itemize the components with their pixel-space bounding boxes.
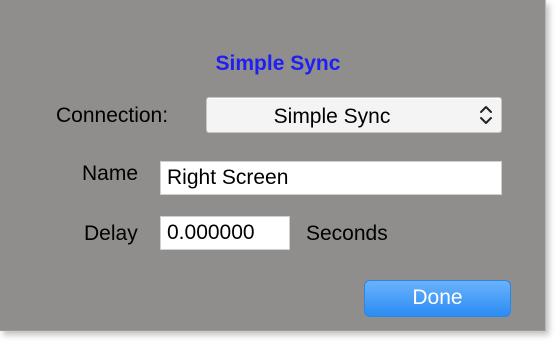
- name-field[interactable]: Right Screen: [160, 161, 502, 195]
- sync-dialog: Simple Sync Connection: Simple Sync Name…: [0, 0, 546, 331]
- done-button[interactable]: Done: [364, 280, 511, 317]
- chevron-up-down-icon: [480, 106, 492, 124]
- dialog-title: Simple Sync: [215, 52, 341, 75]
- dialog-title-row: Simple Sync: [0, 52, 556, 76]
- seconds-label: Seconds: [306, 222, 388, 245]
- connection-label: Connection:: [56, 104, 169, 127]
- connection-select[interactable]: Simple Sync: [206, 97, 502, 133]
- delay-label: Delay: [84, 222, 138, 245]
- name-label: Name: [82, 162, 139, 185]
- delay-field[interactable]: 0.000000: [160, 216, 290, 250]
- connection-select-value: Simple Sync: [273, 105, 391, 128]
